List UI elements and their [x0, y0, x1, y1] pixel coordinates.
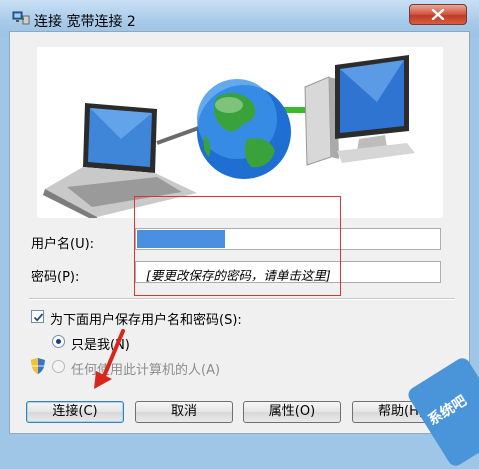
- save-credentials-label: 为下面用户保存用户名和密码(S):: [50, 313, 242, 328]
- globe-icon: [197, 79, 291, 179]
- radio-anyone-label: 任何使用此计算机的人(A): [71, 363, 221, 378]
- connect-button[interactable]: 连接(C): [26, 401, 124, 423]
- radio-selected-dot: [56, 339, 61, 344]
- radio-only-me-label: 只是我(N): [71, 338, 130, 353]
- username-label: 用户名(U):: [31, 237, 95, 252]
- username-redacted-highlight: [137, 230, 225, 248]
- radio-only-me[interactable]: [52, 335, 65, 348]
- shield-icon: [30, 357, 46, 379]
- password-hint-link[interactable]: [要更改保存的密码，请单击这里]: [146, 265, 331, 284]
- properties-button[interactable]: 属性(O): [243, 401, 341, 423]
- divider: [29, 298, 455, 300]
- radio-anyone[interactable]: [52, 360, 65, 373]
- cancel-button[interactable]: 取消: [135, 401, 233, 423]
- save-credentials-checkbox[interactable]: [31, 310, 44, 323]
- close-icon: [431, 9, 445, 20]
- password-label: 密码(P):: [31, 270, 80, 285]
- desktop-computer-icon: [304, 55, 415, 166]
- connection-banner-image: [37, 47, 443, 223]
- dialog-body: 用户名(U): 密码(P): [要更改保存的密码，请单击这里] 为下面用户保存用…: [9, 31, 470, 434]
- laptop-icon: [43, 103, 197, 223]
- network-connection-icon: [12, 10, 30, 26]
- window-title: 连接 宽带连接 2: [34, 14, 136, 30]
- password-input[interactable]: [要更改保存的密码，请单击这里]: [135, 261, 441, 283]
- checkmark-icon: [33, 313, 44, 322]
- close-button[interactable]: [409, 4, 467, 25]
